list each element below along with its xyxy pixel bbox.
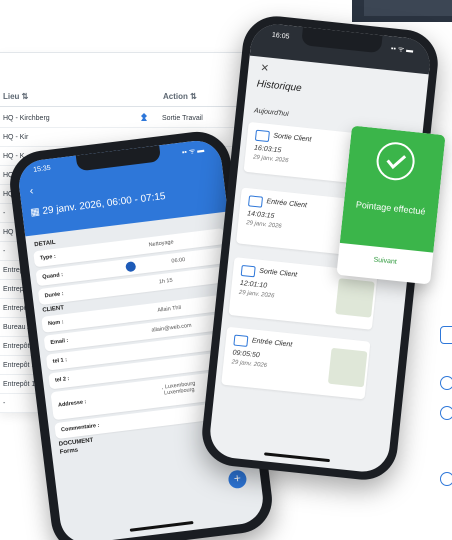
entry-time: 09:05:50 [232, 349, 261, 360]
field-type-label: Type : [39, 253, 57, 262]
home-indicator [129, 520, 194, 532]
popup-header: Pointage effectué [339, 125, 446, 253]
history-title: Historique [256, 78, 303, 95]
entry-label: Entrée Client [251, 337, 293, 349]
home-indicator [264, 452, 330, 463]
entry-time: 14:03:15 [246, 210, 275, 221]
cell-lieu: HQ - Kirchberg [3, 115, 50, 122]
toggle-box[interactable] [440, 326, 452, 344]
field-nom-label: Nom : [47, 319, 64, 328]
entry-label: Entrée Client [266, 198, 308, 210]
field-quand-label: Quand : [42, 272, 64, 281]
success-popup: Pointage effectué Suivant [336, 125, 446, 285]
pin-icon[interactable] [138, 112, 150, 124]
entry-label: Sortie Client [258, 267, 298, 279]
exit-icon [254, 129, 270, 143]
device-edge-highlight [364, 0, 452, 16]
exit-icon [240, 264, 256, 278]
check-circle-icon [440, 472, 452, 486]
entry-time: 16:03:15 [253, 144, 282, 155]
map-thumbnail [335, 278, 375, 318]
field-tel1-label: tel 1 : [52, 357, 68, 365]
cell-action: Sortie Travail [162, 115, 203, 122]
field-comment-label: Commentaire : [60, 422, 100, 434]
check-circle-icon [374, 140, 417, 183]
entry-date: 29 janv. 2026 [252, 154, 289, 165]
field-adresse-label: Addresse : [57, 399, 87, 409]
close-button[interactable]: ✕ [260, 63, 269, 75]
field-tel2-label: tel 2 : [54, 376, 70, 384]
entry-date: 29 janv. 2026 [231, 359, 268, 370]
check-circle-icon [440, 406, 452, 420]
cell-lieu: HQ - Kir [3, 134, 29, 141]
cell-lieu: - [3, 210, 6, 217]
today-label: Aujourd'hui [253, 107, 289, 118]
field-quand-value: 06:00 [171, 257, 186, 265]
entry-date: 29 janv. 2026 [238, 289, 275, 300]
column-header-action[interactable]: Action ⇅ [160, 87, 197, 106]
field-duree-label: Durée : [44, 291, 64, 300]
column-header-lieu[interactable]: Lieu ⇅ [0, 87, 160, 106]
add-button[interactable]: + [227, 469, 248, 490]
popup-message: Pointage effectué [355, 199, 426, 217]
entry-icon [247, 195, 264, 208]
history-entry[interactable]: Entrée Client 09:05:50 29 janv. 2026 [221, 326, 371, 400]
field-email-label: Email : [50, 337, 69, 347]
entry-date: 29 janv. 2026 [245, 220, 282, 230]
check-circle-icon [440, 376, 452, 390]
cell-lieu: - [3, 248, 6, 255]
next-button[interactable]: Suivant [338, 253, 432, 270]
entry-icon [233, 334, 249, 347]
map-thumbnail [327, 347, 368, 388]
entry-time: 12:01:10 [239, 279, 268, 290]
cell-lieu: - [3, 400, 6, 407]
entry-label: Sortie Client [273, 132, 312, 144]
